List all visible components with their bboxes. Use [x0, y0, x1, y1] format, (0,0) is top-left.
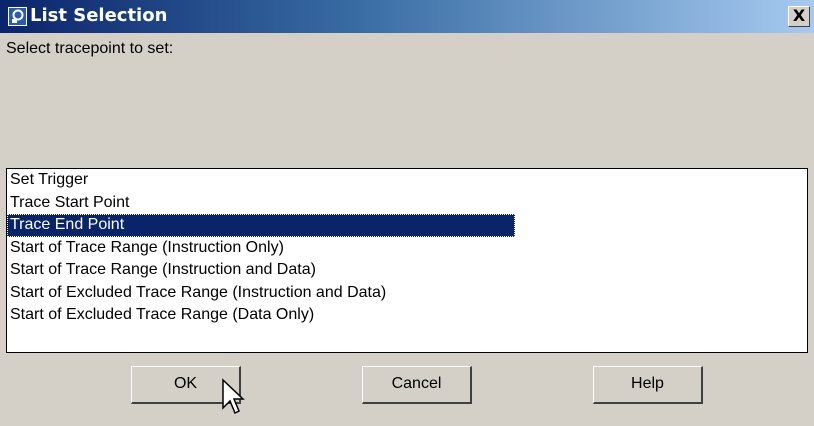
close-button[interactable]: X — [788, 6, 810, 27]
help-button[interactable]: Help — [593, 366, 703, 404]
list-item-selected[interactable]: Trace End Point — [7, 214, 515, 237]
list-item[interactable]: Start of Trace Range (Instruction Only) — [7, 237, 807, 260]
tracepoint-listbox[interactable]: Set Trigger Trace Start Point Trace End … — [6, 168, 808, 353]
title-bar[interactable]: List Selection X — [0, 0, 814, 33]
prompt-label: Select tracepoint to set: — [6, 40, 174, 57]
app-icon[interactable] — [8, 7, 27, 26]
cancel-button[interactable]: Cancel — [362, 366, 472, 404]
list-item[interactable]: Set Trigger — [7, 169, 807, 192]
list-item[interactable]: Start of Trace Range (Instruction and Da… — [7, 259, 807, 282]
window-title: List Selection — [30, 5, 168, 26]
mouse-pointer-icon — [222, 378, 245, 415]
list-item[interactable]: Start of Excluded Trace Range (Data Only… — [7, 304, 807, 327]
list-item[interactable]: Start of Excluded Trace Range (Instructi… — [7, 282, 807, 305]
list-item[interactable]: Trace Start Point — [7, 192, 807, 215]
